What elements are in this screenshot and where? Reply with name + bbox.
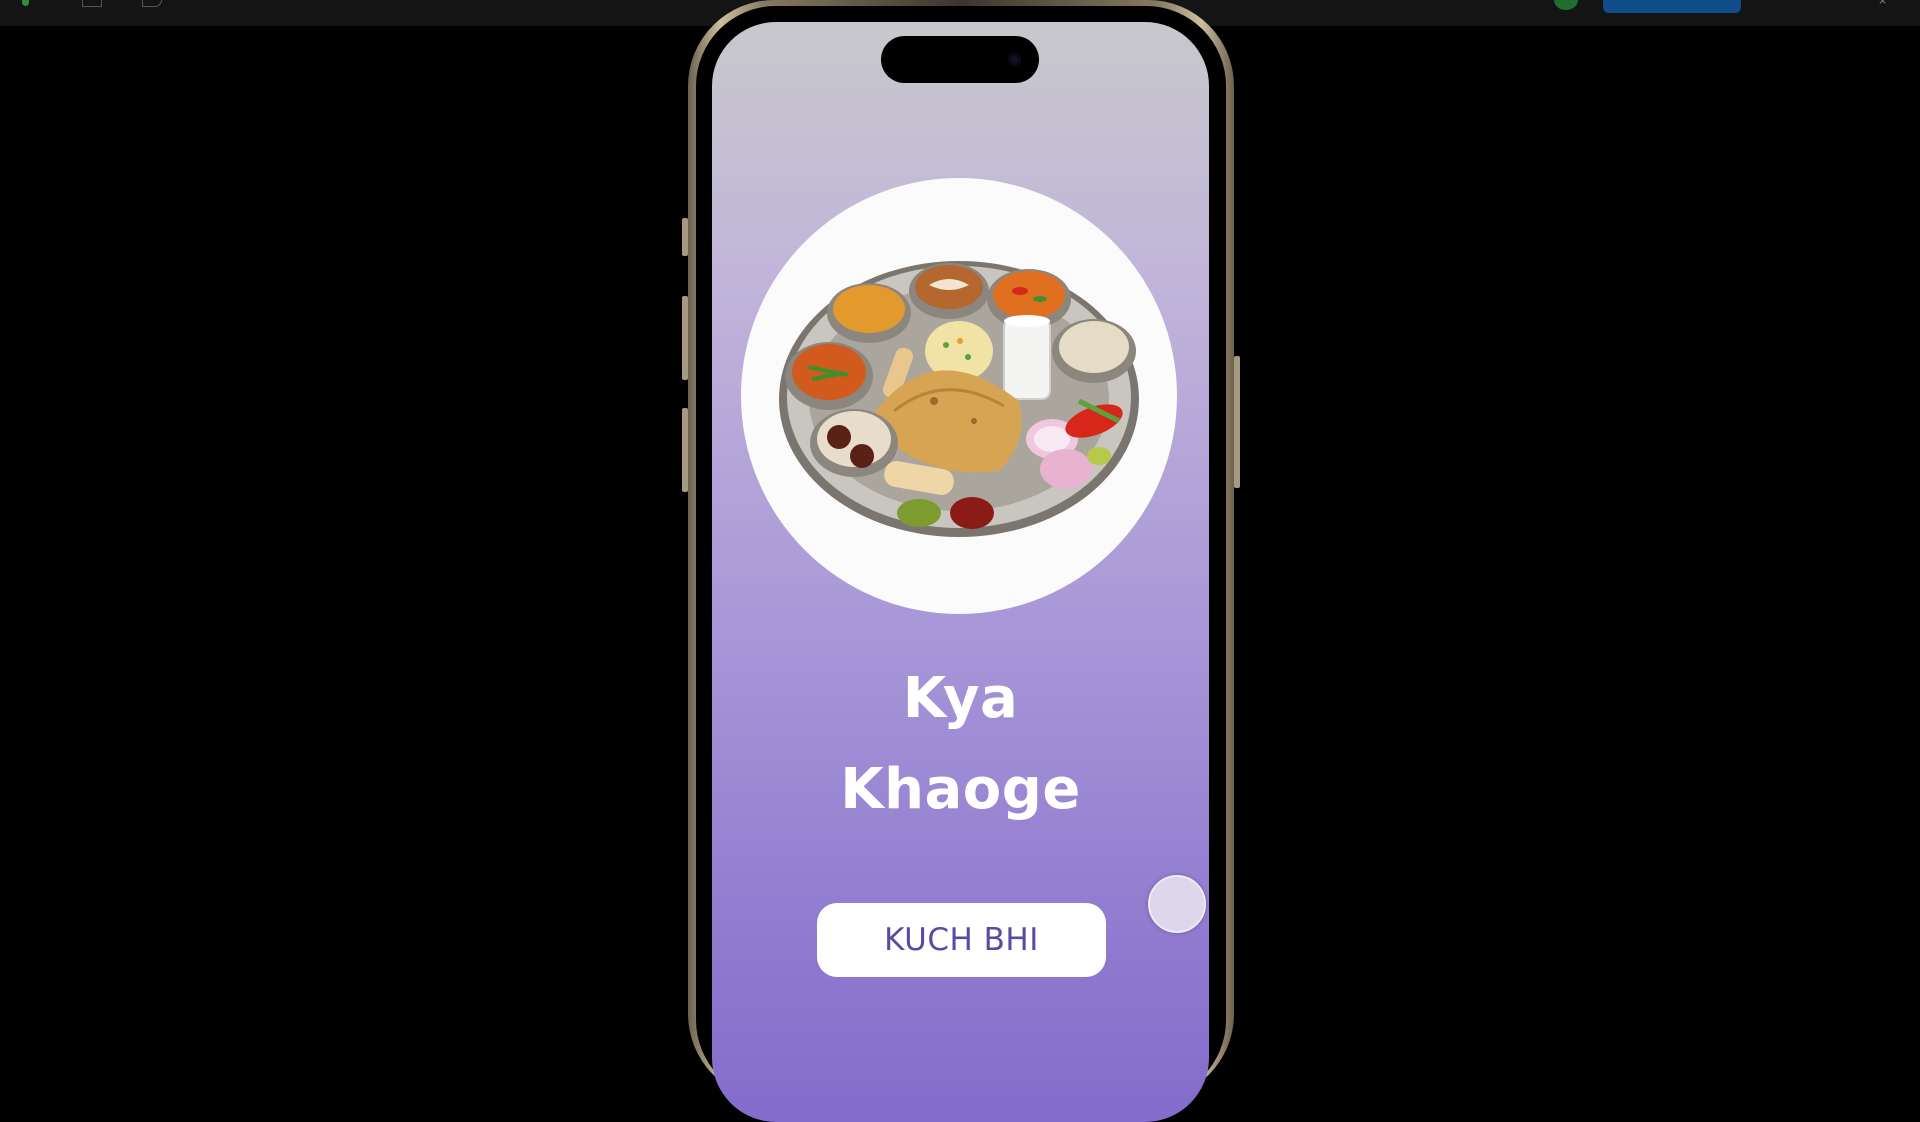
touch-indicator — [1148, 875, 1206, 933]
title-line-2: Khaoge — [840, 757, 1081, 822]
close-icon[interactable]: × — [1878, 0, 1887, 7]
volume-down-button — [682, 408, 688, 492]
app-screen: Kya Khaoge KUCH BHI — [712, 22, 1209, 1122]
title-line-1: Kya — [902, 666, 1019, 731]
toolbar-button[interactable] — [1603, 0, 1741, 13]
chat-icon[interactable] — [142, 0, 162, 7]
kuch-bhi-button[interactable]: KUCH BHI — [817, 903, 1106, 977]
mute-switch — [682, 218, 688, 256]
window-icon[interactable] — [82, 0, 102, 7]
dynamic-island — [881, 36, 1039, 83]
thali-plate-image — [779, 261, 1139, 537]
status-dot-icon — [22, 0, 29, 6]
volume-up-button — [682, 296, 688, 380]
food-image-circle — [741, 178, 1177, 614]
front-camera-icon — [1008, 53, 1021, 66]
status-indicator-icon — [1554, 0, 1578, 10]
power-button — [1234, 356, 1240, 488]
